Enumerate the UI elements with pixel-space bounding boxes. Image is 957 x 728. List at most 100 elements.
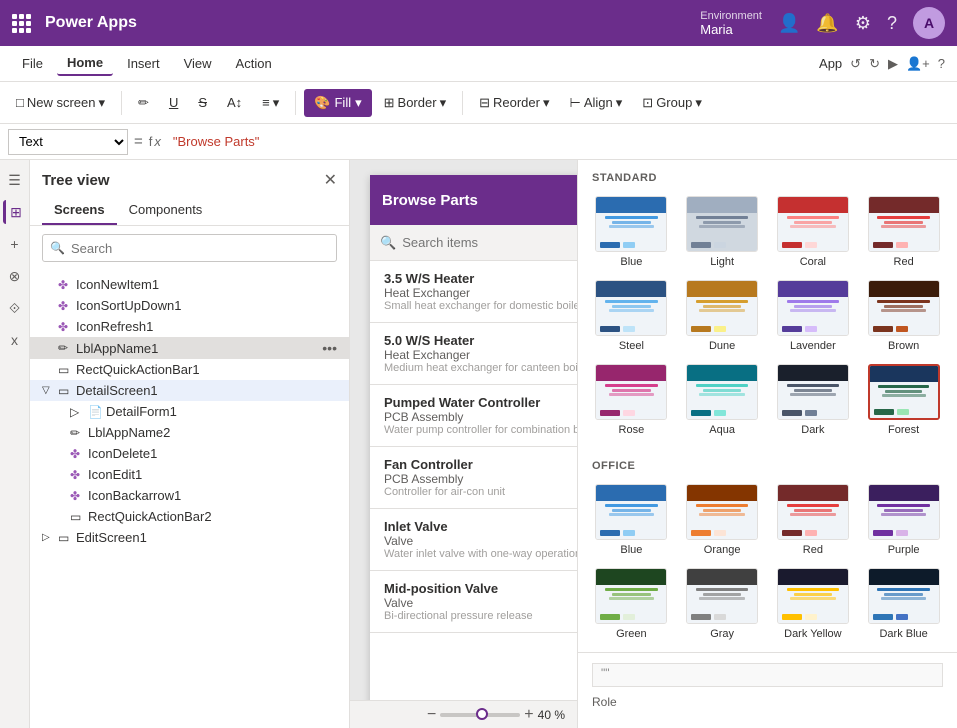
- list-item[interactable]: ▭ RectQuickActionBar1: [30, 359, 349, 380]
- screens-icon[interactable]: ⊞: [3, 200, 27, 224]
- theme-item-lavender[interactable]: Lavender: [774, 280, 853, 352]
- apps-grid-icon[interactable]: [12, 14, 31, 33]
- list-item[interactable]: ✏ LblAppName2: [30, 422, 349, 443]
- list-item[interactable]: ▷ ▭ EditScreen1: [30, 527, 349, 548]
- list-item[interactable]: ✤ IconBackarrow1: [30, 485, 349, 506]
- variable-icon[interactable]: x: [3, 328, 27, 352]
- top-bar: Power Apps Environment Maria 👤 🔔 ⚙ ? A: [0, 0, 957, 46]
- run-btn[interactable]: ▶: [888, 56, 898, 72]
- theme-item-office-dark-blue[interactable]: Dark Blue: [864, 568, 943, 640]
- list-item[interactable]: ▷ 📄 DetailForm1: [30, 401, 349, 422]
- reorder-btn[interactable]: ⊟ Reorder ▾: [471, 91, 557, 115]
- theme-item-light[interactable]: Light: [683, 196, 762, 268]
- theme-item-office-purple[interactable]: Purple: [864, 484, 943, 556]
- data-icon[interactable]: ⊗: [3, 264, 27, 288]
- tree-items-list: ✤ IconNewItem1 ✤ IconSortUpDown1 ✤ IconR…: [30, 270, 349, 728]
- zoom-in-btn[interactable]: +: [524, 706, 533, 724]
- themes-panel: STANDARD Blue: [577, 160, 957, 728]
- hamburger-icon[interactable]: ☰: [3, 168, 27, 192]
- item-more-btn[interactable]: •••: [322, 340, 337, 356]
- notification-icon[interactable]: 🔔: [816, 13, 838, 34]
- theme-item-aqua[interactable]: Aqua: [683, 364, 762, 436]
- persona-icon[interactable]: 👤: [778, 13, 800, 34]
- theme-item-forest[interactable]: Forest: [864, 364, 943, 436]
- list-item[interactable]: ✤ IconEdit1: [30, 464, 349, 485]
- share-btn[interactable]: 👤+: [906, 56, 930, 72]
- tree-tab-components[interactable]: Components: [117, 196, 215, 225]
- menu-insert[interactable]: Insert: [117, 52, 170, 75]
- theme-item-dark[interactable]: Dark: [774, 364, 853, 436]
- theme-item-office-gray[interactable]: Gray: [683, 568, 762, 640]
- theme-dropdown-btn[interactable]: 🎨 Fill ▾: [304, 89, 371, 117]
- help-menu-btn[interactable]: ?: [938, 56, 945, 71]
- tree-search-input[interactable]: [42, 234, 337, 262]
- theme-name: Dark Yellow: [784, 628, 841, 640]
- zoom-out-btn[interactable]: −: [427, 706, 436, 724]
- group-btn[interactable]: ⊡ Group ▾: [634, 91, 710, 115]
- theme-item-red[interactable]: Red: [864, 196, 943, 268]
- list-item[interactable]: ✤ IconSortUpDown1: [30, 295, 349, 316]
- menu-file[interactable]: File: [12, 52, 53, 75]
- theme-item-office-dark-yellow[interactable]: Dark Yellow: [774, 568, 853, 640]
- property-select[interactable]: Text: [8, 129, 128, 155]
- theme-preview: [777, 364, 849, 420]
- theme-item-steel[interactable]: Steel: [592, 280, 671, 352]
- list-item[interactable]: ✤ IconRefresh1: [30, 316, 349, 337]
- theme-item-office-green[interactable]: Green: [592, 568, 671, 640]
- env-name: Maria: [700, 22, 762, 37]
- item-label: RectQuickActionBar1: [76, 362, 337, 377]
- menu-action[interactable]: Action: [226, 52, 282, 75]
- theme-item-office-red[interactable]: Red: [774, 484, 853, 556]
- settings-icon[interactable]: ⚙: [855, 13, 871, 34]
- theme-item-rose[interactable]: Rose: [592, 364, 671, 436]
- item-label: DetailForm1: [106, 404, 337, 419]
- tree-expand-chevron[interactable]: ▷: [42, 532, 54, 543]
- font-size-btn[interactable]: A↕: [219, 91, 250, 114]
- item-label: LblAppName2: [88, 425, 337, 440]
- theme-name: Blue: [620, 544, 642, 556]
- text-style-btn[interactable]: ✏: [130, 91, 157, 115]
- zoom-slider[interactable]: [440, 713, 520, 717]
- theme-item-dune[interactable]: Dune: [683, 280, 762, 352]
- user-avatar[interactable]: A: [913, 7, 945, 39]
- theme-name: Green: [616, 628, 647, 640]
- theme-name: Rose: [619, 424, 645, 436]
- menu-bar: File Home Insert View Action App ↺ ↻ ▶ 👤…: [0, 46, 957, 82]
- theme-item-office-orange[interactable]: Orange: [683, 484, 762, 556]
- help-icon[interactable]: ?: [887, 13, 897, 34]
- theme-name: Blue: [620, 256, 642, 268]
- underline-btn[interactable]: U: [161, 91, 186, 114]
- add-icon[interactable]: +: [3, 232, 27, 256]
- tree-close-btn[interactable]: ✕: [324, 170, 337, 190]
- menu-view[interactable]: View: [174, 52, 222, 75]
- strikethrough-btn[interactable]: S: [190, 91, 215, 114]
- canvas-search-icon: 🔍: [380, 235, 396, 251]
- font-size-icon: A↕: [227, 95, 242, 110]
- item-label: DetailScreen1: [76, 383, 337, 398]
- tree-search-wrap: 🔍: [42, 234, 337, 262]
- list-item[interactable]: ▭ RectQuickActionBar2: [30, 506, 349, 527]
- theme-preview: [868, 484, 940, 540]
- list-item[interactable]: ▽ ▭ DetailScreen1: [30, 380, 349, 401]
- redo-btn[interactable]: ↻: [869, 56, 880, 72]
- theme-item-coral[interactable]: Coral: [774, 196, 853, 268]
- theme-name: Dark: [801, 424, 824, 436]
- item-icon: ✤: [58, 320, 72, 334]
- list-item[interactable]: ✤ IconDelete1: [30, 443, 349, 464]
- menu-home[interactable]: Home: [57, 51, 113, 76]
- border-btn[interactable]: ⊞ Border ▾: [376, 91, 454, 115]
- undo-btn[interactable]: ↺: [850, 56, 861, 72]
- tree-tab-screens[interactable]: Screens: [42, 196, 117, 225]
- zoom-thumb: [476, 708, 488, 720]
- new-screen-btn[interactable]: □ New screen ▾: [8, 91, 113, 115]
- theme-item-office-blue[interactable]: Blue: [592, 484, 671, 556]
- formula-value[interactable]: "Browse Parts": [167, 132, 949, 151]
- connector-icon[interactable]: ⟐: [3, 296, 27, 320]
- align-text-btn[interactable]: ⊢ Align ▾: [562, 91, 631, 115]
- tree-expand-chevron[interactable]: ▽: [42, 385, 54, 396]
- theme-item-blue[interactable]: Blue: [592, 196, 671, 268]
- theme-item-brown[interactable]: Brown: [864, 280, 943, 352]
- align-btn[interactable]: ≡ ▾: [254, 91, 287, 115]
- list-item[interactable]: ✤ IconNewItem1: [30, 274, 349, 295]
- list-item-selected[interactable]: ✏ LblAppName1 •••: [30, 337, 349, 359]
